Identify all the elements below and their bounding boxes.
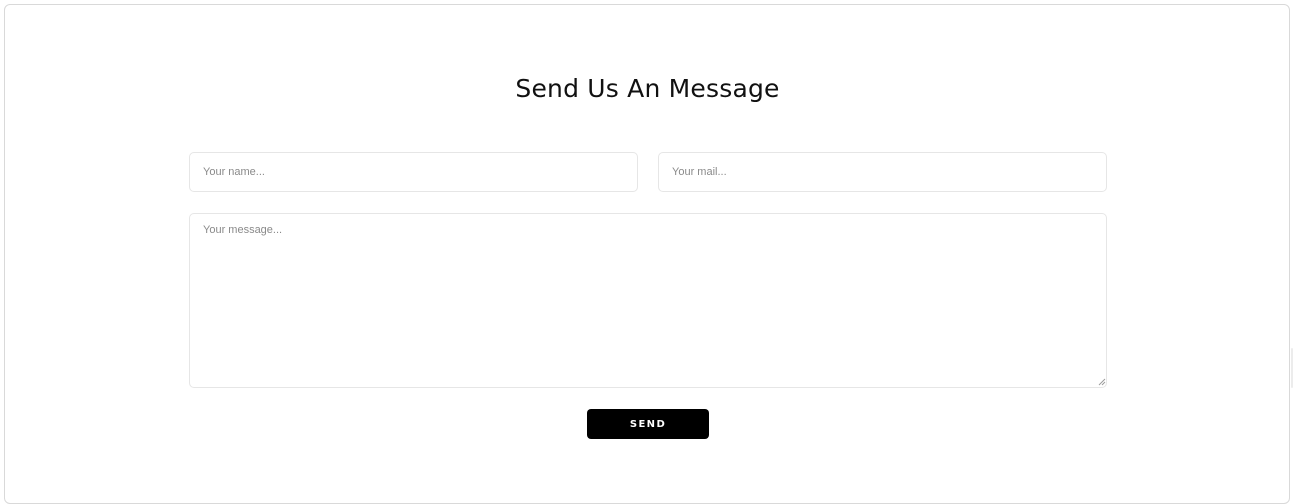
message-textarea[interactable] <box>189 213 1107 388</box>
email-input[interactable] <box>658 152 1107 192</box>
send-button[interactable]: SEND <box>587 409 709 439</box>
name-input[interactable] <box>189 152 638 192</box>
scrollbar-thumb[interactable] <box>1291 348 1293 388</box>
resize-handle-icon[interactable] <box>1098 378 1106 386</box>
page-title: Send Us An Message <box>515 74 780 103</box>
